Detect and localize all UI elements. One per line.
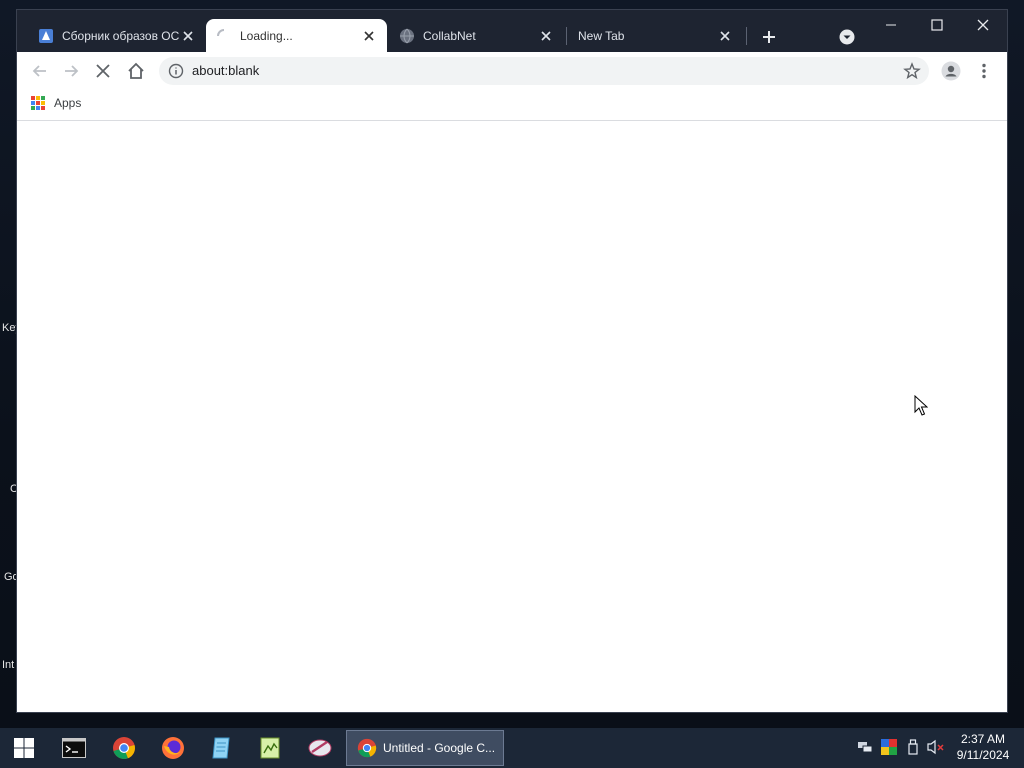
clock-time: 2:37 AM <box>960 732 1006 746</box>
profile-avatar-icon[interactable] <box>939 59 963 83</box>
bookmark-star-icon[interactable] <box>903 62 921 80</box>
document-icon <box>38 28 54 44</box>
notepad-icon[interactable] <box>202 732 242 764</box>
address-bar[interactable]: about:blank <box>159 57 929 85</box>
home-icon[interactable] <box>124 59 148 83</box>
tab-strip: Сборник образов ОС Loading... CollabNet <box>17 10 1007 52</box>
tab-search-chevron-icon[interactable] <box>837 27 857 47</box>
tab-close-icon[interactable] <box>180 28 196 44</box>
apps-grid-icon <box>31 96 45 110</box>
chrome-icon <box>357 738 377 758</box>
tab-close-icon[interactable] <box>361 28 377 44</box>
maximize-icon <box>931 19 943 31</box>
minimize-button[interactable] <box>868 10 914 40</box>
info-icon[interactable] <box>168 63 184 79</box>
tab-separator <box>746 27 747 45</box>
forward-arrow-icon[interactable] <box>59 59 83 83</box>
windows-start-icon[interactable] <box>4 732 44 764</box>
system-clock[interactable]: 2:37 AM 9/11/2024 <box>952 731 1014 763</box>
stop-loading-icon[interactable] <box>91 59 115 83</box>
back-arrow-icon[interactable] <box>28 59 52 83</box>
bookmarks-bar: Apps <box>17 90 1007 121</box>
editor-icon[interactable] <box>250 732 290 764</box>
tab-close-icon[interactable] <box>538 28 554 44</box>
network-icon[interactable] <box>856 738 874 756</box>
address-text[interactable]: about:blank <box>192 63 259 78</box>
volume-muted-icon[interactable] <box>927 738 945 756</box>
loading-spinner-icon <box>216 28 232 44</box>
taskbar-app-chrome[interactable]: Untitled - Google C... <box>346 730 504 766</box>
tab-separator <box>566 27 567 45</box>
usb-icon[interactable] <box>904 738 922 756</box>
apps-shortcut[interactable]: Apps <box>31 96 81 110</box>
tab-title: CollabNet <box>423 28 476 43</box>
mouse-cursor-icon <box>914 395 928 416</box>
new-tab-plus-icon[interactable] <box>758 26 780 48</box>
menu-kebab-icon[interactable] <box>972 59 996 83</box>
tab-loading[interactable]: Loading... <box>206 19 387 52</box>
clock-date: 9/11/2024 <box>956 748 1010 762</box>
tab-title: Loading... <box>240 28 293 43</box>
tab-collabnet[interactable]: CollabNet <box>389 19 564 52</box>
tab-new-tab[interactable]: New Tab <box>568 19 743 52</box>
tab-title: Сборник образов ОС <box>62 28 180 43</box>
apps-label: Apps <box>54 96 82 110</box>
chrome-icon[interactable] <box>104 732 144 764</box>
tab-close-icon[interactable] <box>717 28 733 44</box>
maximize-button[interactable] <box>914 10 960 40</box>
browser-toolbar: about:blank <box>17 52 1007 90</box>
taskbar: Untitled - Google C... 2:37 AM 9/11/2024 <box>0 728 1024 768</box>
close-icon <box>977 19 989 31</box>
color-icon[interactable] <box>880 738 898 756</box>
close-button[interactable] <box>960 10 1006 40</box>
desktop-icon-label[interactable]: Int <box>2 659 14 671</box>
tab-title: New Tab <box>578 28 625 43</box>
browser-window: Сборник образов ОС Loading... CollabNet <box>17 10 1007 712</box>
taskbar-app-label: Untitled - Google C... <box>383 741 496 755</box>
tab-sbornik[interactable]: Сборник образов ОС <box>28 19 206 52</box>
firefox-icon[interactable] <box>153 732 193 764</box>
terminal-icon[interactable] <box>54 732 94 764</box>
tool-icon[interactable] <box>300 732 340 764</box>
minimize-icon <box>886 24 896 26</box>
page-content[interactable] <box>17 121 1007 712</box>
globe-icon <box>399 28 415 44</box>
